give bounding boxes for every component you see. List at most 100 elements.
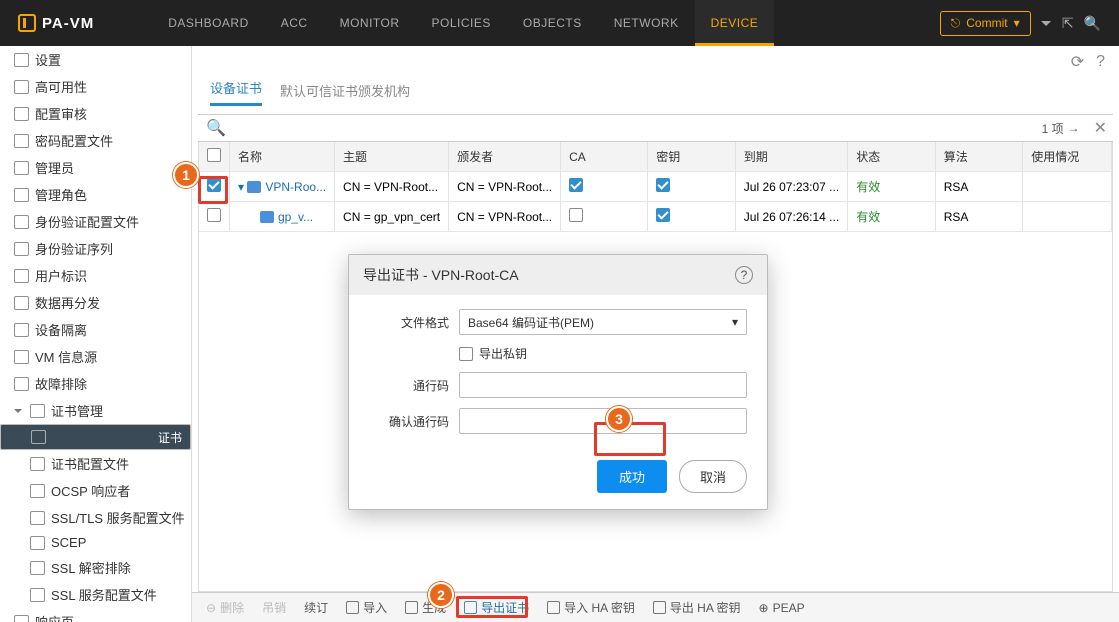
subtab-trusted-ca[interactable]: 默认可信证书颁发机构: [280, 81, 410, 106]
sidebar-item[interactable]: 证书: [0, 424, 191, 450]
peap-button[interactable]: ⊕PEAP: [753, 599, 811, 617]
sidebar-item[interactable]: 密码配置文件: [0, 127, 191, 154]
col-usage[interactable]: 使用情况: [1023, 142, 1112, 172]
item-icon: [14, 296, 29, 310]
ok-button[interactable]: 成功: [597, 460, 667, 493]
col-status[interactable]: 状态: [848, 142, 936, 172]
row-checkbox[interactable]: [207, 178, 221, 192]
search-input[interactable]: [234, 121, 1034, 135]
file-format-value: Base64 编码证书(PEM): [468, 314, 594, 331]
sidebar-group-cert[interactable]: 证书管理: [0, 397, 191, 424]
search-icon[interactable]: 🔍: [1084, 15, 1101, 32]
sidebar-item[interactable]: OCSP 响应者: [0, 477, 191, 504]
chevron-down-icon: ▾: [1014, 16, 1020, 30]
export-private-key-checkbox[interactable]: [459, 347, 473, 361]
item-icon: [14, 269, 29, 283]
col-key[interactable]: 密钥: [648, 142, 736, 172]
sidebar-item[interactable]: 设备隔离: [0, 316, 191, 343]
table-row[interactable]: ▾ VPN-Roo...CN = VPN-Root...CN = VPN-Roo…: [199, 172, 1112, 202]
cancel-button[interactable]: 取消: [679, 460, 747, 493]
sidebar-label: 密码配置文件: [35, 131, 113, 150]
commit-button[interactable]: ⎋ Commit ▾: [940, 11, 1031, 36]
col-name[interactable]: 名称: [230, 142, 335, 172]
nav-device[interactable]: DEVICE: [695, 0, 775, 46]
cell-ca: [561, 172, 648, 202]
dialog-help-icon[interactable]: ?: [735, 266, 753, 284]
file-format-select[interactable]: Base64 编码证书(PEM) ▾: [459, 309, 747, 335]
sidebar-item[interactable]: 管理员: [0, 154, 191, 181]
sidebar-item[interactable]: 高可用性: [0, 73, 191, 100]
passphrase-input[interactable]: [459, 372, 747, 398]
sidebar-label: 高可用性: [35, 77, 87, 96]
import-button[interactable]: 导入: [340, 597, 393, 618]
cell-key: [648, 172, 736, 202]
sidebar-item[interactable]: 配置审核: [0, 100, 191, 127]
sidebar-label: 设备隔离: [35, 320, 87, 339]
export-cert-dialog: 导出证书 - VPN-Root-CA ? 文件格式 Base64 编码证书(PE…: [348, 254, 768, 510]
nav-acc[interactable]: ACC: [265, 0, 324, 46]
row-checkbox[interactable]: [207, 208, 221, 222]
cell-expiry: Jul 26 07:26:14 ...: [735, 202, 847, 232]
item-icon: [30, 457, 45, 471]
sidebar-item[interactable]: 身份验证配置文件: [0, 208, 191, 235]
export-icon[interactable]: ⇱: [1062, 15, 1074, 32]
item-icon: [14, 80, 29, 94]
search-row: 🔍 1 项→ ✕: [198, 114, 1113, 142]
dialog-title: 导出证书 - VPN-Root-CA: [363, 265, 519, 285]
nav-dashboard[interactable]: DASHBOARD: [152, 0, 265, 46]
sidebar-item[interactable]: 身份验证序列: [0, 235, 191, 262]
cell-expiry: Jul 26 07:23:07 ...: [735, 172, 847, 202]
sidebar-item[interactable]: SCEP: [0, 531, 191, 554]
sidebar-item[interactable]: SSL/TLS 服务配置文件: [0, 504, 191, 531]
expand-icon[interactable]: ▾: [238, 180, 247, 194]
col-checkbox[interactable]: [199, 142, 230, 172]
sidebar-item[interactable]: 用户标识: [0, 262, 191, 289]
sidebar-item[interactable]: 故障排除: [0, 370, 191, 397]
cert-name-link[interactable]: gp_v...: [278, 210, 313, 224]
col-expiry[interactable]: 到期: [735, 142, 847, 172]
clear-search-icon[interactable]: ✕: [1088, 118, 1113, 138]
sidebar[interactable]: 设置高可用性配置审核密码配置文件管理员管理角色身份验证配置文件身份验证序列用户标…: [0, 46, 192, 622]
nav-monitor[interactable]: MONITOR: [324, 0, 416, 46]
cell-status: 有效: [848, 202, 936, 232]
callout-3: 3: [606, 406, 632, 432]
nav-objects[interactable]: OBJECTS: [507, 0, 598, 46]
cert-name-link[interactable]: VPN-Roo...: [265, 180, 326, 194]
sidebar-label: 证书管理: [51, 401, 103, 420]
export-ha-button[interactable]: 导出 HA 密钥: [647, 597, 747, 618]
col-algo[interactable]: 算法: [935, 142, 1023, 172]
table-row[interactable]: gp_v...CN = gp_vpn_certCN = VPN-Root...J…: [199, 202, 1112, 232]
sidebar-item[interactable]: SSL 解密排除: [0, 554, 191, 581]
renew-button[interactable]: 续订: [298, 597, 334, 618]
sidebar-item[interactable]: 响应页: [0, 608, 191, 622]
import-ha-button[interactable]: 导入 HA 密钥: [541, 597, 641, 618]
col-issuer[interactable]: 颁发者: [449, 142, 561, 172]
delete-button[interactable]: ⊖删除: [200, 597, 250, 618]
item-icon: [14, 615, 29, 622]
filter-icon[interactable]: ⏷: [1041, 15, 1052, 32]
sidebar-item[interactable]: SSL 服务配置文件: [0, 581, 191, 608]
col-subject[interactable]: 主题: [335, 142, 449, 172]
cert-icon: [260, 211, 274, 223]
subtabs: 设备证书 默认可信证书颁发机构: [192, 78, 1119, 114]
col-ca[interactable]: CA: [561, 142, 648, 172]
search-icon[interactable]: 🔍: [198, 118, 234, 138]
item-icon: [30, 561, 45, 575]
sidebar-item[interactable]: 设置: [0, 46, 191, 73]
sidebar-item[interactable]: VM 信息源: [0, 343, 191, 370]
nav-policies[interactable]: POLICIES: [416, 0, 507, 46]
export-cert-button[interactable]: 导出证书: [458, 597, 535, 618]
sidebar-label: 证书: [158, 429, 182, 446]
subtab-device-cert[interactable]: 设备证书: [210, 78, 262, 106]
pane-top-icons: ⟳ ?: [192, 46, 1119, 78]
sidebar-item[interactable]: 管理角色: [0, 181, 191, 208]
sidebar-label: OCSP 响应者: [51, 481, 130, 500]
confirm-passphrase-input[interactable]: [459, 408, 747, 434]
nav-network[interactable]: NETWORK: [598, 0, 695, 46]
dialog-header: 导出证书 - VPN-Root-CA ?: [349, 255, 767, 295]
help-icon[interactable]: ?: [1096, 53, 1105, 71]
refresh-icon[interactable]: ⟳: [1071, 52, 1084, 72]
revoke-button[interactable]: 吊销: [256, 597, 292, 618]
sidebar-item[interactable]: 证书配置文件: [0, 450, 191, 477]
sidebar-item[interactable]: 数据再分发: [0, 289, 191, 316]
